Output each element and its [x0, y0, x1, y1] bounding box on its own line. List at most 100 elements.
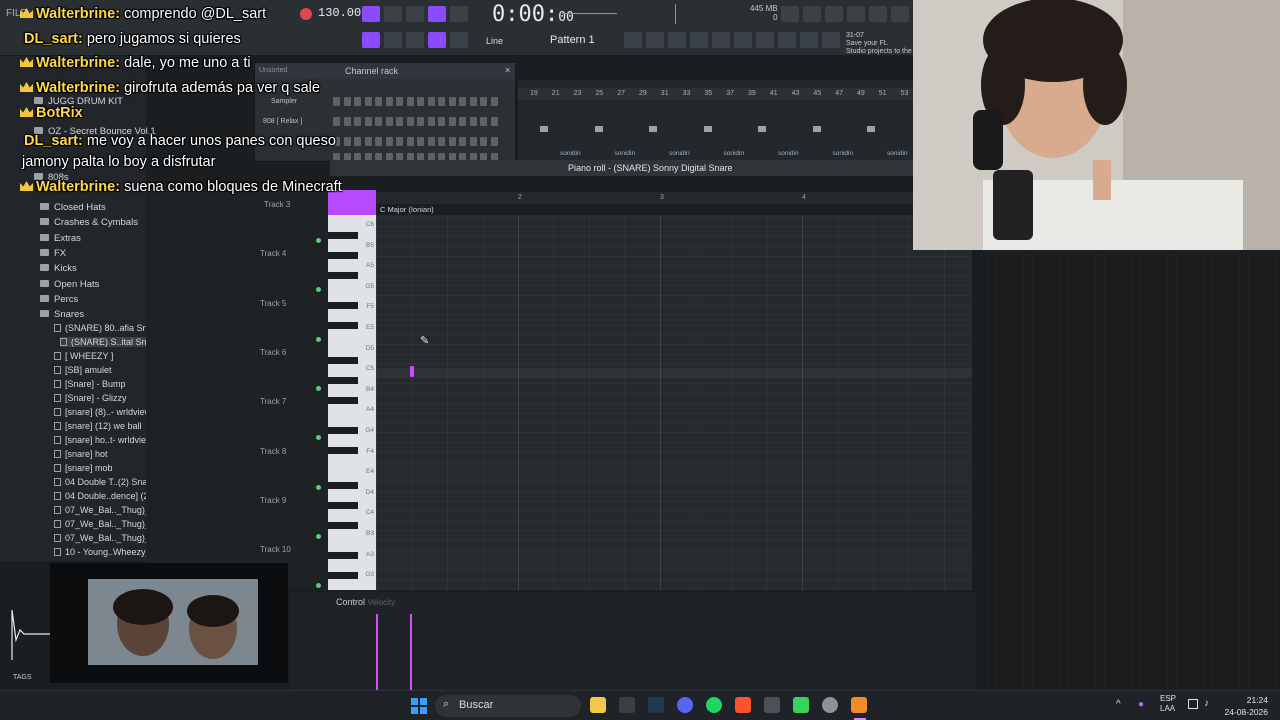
plugin-picker-icon[interactable]: [891, 6, 909, 22]
browser-file[interactable]: 10 - Young..Wheezy_2: [54, 547, 156, 557]
black-key[interactable]: [328, 552, 358, 559]
step-button[interactable]: [459, 97, 466, 106]
browser-file[interactable]: [snare] mob: [54, 463, 113, 473]
step-button[interactable]: [396, 117, 403, 126]
black-key[interactable]: [328, 357, 358, 364]
draw-tool-button[interactable]: [428, 32, 446, 48]
monitor-icon[interactable]: [1188, 699, 1198, 709]
browser-file[interactable]: [snare] ho..t- wrldview: [54, 435, 153, 445]
close-icon[interactable]: ×: [505, 66, 514, 75]
browser-icon[interactable]: [712, 32, 730, 48]
black-key[interactable]: [328, 302, 358, 309]
step-button[interactable]: [427, 117, 435, 126]
track-mute-led[interactable]: [316, 238, 321, 243]
step-button[interactable]: [459, 137, 466, 146]
snap-selector[interactable]: Line: [486, 36, 503, 46]
step-button[interactable]: [469, 137, 477, 146]
piano-roll-icon[interactable]: [646, 32, 664, 48]
clip-label[interactable]: sonidin: [724, 150, 745, 157]
clip-marker[interactable]: [594, 126, 603, 132]
step-button[interactable]: [396, 137, 403, 146]
browser-file[interactable]: 04 Double T..(2) Snare: [54, 477, 155, 487]
clip-label[interactable]: sonidin: [778, 150, 799, 157]
steam-icon[interactable]: [648, 697, 664, 713]
step-button[interactable]: [438, 137, 445, 146]
taskbar-search[interactable]: ⌕ Buscar: [435, 695, 581, 717]
browser-file[interactable]: [snare] (12) we ball: [54, 421, 142, 431]
track-mute-led[interactable]: [316, 484, 321, 490]
playlist-icon[interactable]: [624, 32, 642, 48]
track-header[interactable]: Track 6: [260, 348, 286, 357]
black-key[interactable]: [328, 572, 358, 579]
track-header[interactable]: Track 5: [260, 299, 286, 308]
brave-icon[interactable]: [735, 697, 751, 713]
step-button[interactable]: [396, 97, 403, 106]
clip-marker[interactable]: [540, 126, 548, 132]
step-button[interactable]: [427, 97, 435, 106]
arrow-icon[interactable]: [384, 32, 402, 48]
refresh-icon[interactable]: [781, 6, 799, 22]
browser-file[interactable]: 07_We_Bal.._Thug)_5: [54, 533, 155, 543]
black-key[interactable]: [328, 377, 358, 384]
game-icon[interactable]: [793, 697, 809, 713]
step-button[interactable]: [406, 137, 414, 146]
playlist-ruler[interactable]: 19 21 23 25 27 29 31 33 35 37 39 41 43 45 47 49 51 53: [518, 88, 913, 100]
black-key[interactable]: [328, 397, 358, 404]
browser-folder[interactable]: Open Hats: [40, 279, 99, 290]
step-button[interactable]: [448, 117, 456, 126]
step-button[interactable]: [490, 97, 498, 106]
black-key[interactable]: [328, 482, 358, 489]
velocity-control-lane[interactable]: Control Velocity: [290, 592, 976, 690]
browser-file[interactable]: [SB] amulet: [54, 365, 112, 375]
spotify-icon[interactable]: [706, 697, 722, 713]
velocity-bar[interactable]: [410, 614, 412, 690]
track-header[interactable]: Track 4: [260, 249, 286, 258]
step-button[interactable]: [480, 137, 487, 146]
step-button[interactable]: [438, 117, 445, 126]
piano-keyboard[interactable]: C6 B5 A5 G5 F5 E5 D5 C5 B4 A4 G4 F4 E4 D4 C4 B3 A3 G3: [328, 215, 376, 590]
black-key[interactable]: [328, 502, 358, 509]
note[interactable]: [410, 366, 414, 377]
windows-start-icon[interactable]: [411, 698, 427, 714]
browser-file[interactable]: [snare] hot: [54, 449, 108, 459]
brush-icon[interactable]: [406, 32, 424, 48]
step-button[interactable]: [385, 97, 393, 106]
track-header[interactable]: Track 8: [260, 447, 286, 456]
step-button[interactable]: [480, 117, 487, 126]
microphone-icon[interactable]: [825, 6, 843, 22]
step-button[interactable]: [385, 117, 393, 126]
step-button[interactable]: [427, 137, 435, 146]
pattern-selector[interactable]: Pattern 1: [550, 34, 595, 46]
step-button[interactable]: [438, 97, 445, 106]
clip-marker[interactable]: [649, 126, 657, 132]
step-button[interactable]: [490, 117, 498, 126]
clip-marker[interactable]: [758, 126, 766, 132]
black-key[interactable]: [328, 252, 358, 259]
app-icon[interactable]: [619, 697, 635, 713]
clip-marker[interactable]: [812, 126, 821, 132]
save-icon[interactable]: [869, 6, 887, 22]
tags-label[interactable]: TAGS: [13, 674, 32, 681]
fl-studio-icon[interactable]: [851, 697, 867, 713]
touch-icon[interactable]: [778, 32, 796, 48]
browser-file[interactable]: [Snare] - Glizzy: [54, 393, 127, 403]
step-button[interactable]: [459, 117, 466, 126]
velocity-bar[interactable]: [376, 614, 378, 690]
step-button[interactable]: [469, 117, 477, 126]
news-panel[interactable]: 31-07 Save your FL Studio projects to th…: [846, 32, 912, 56]
microphone-tray-icon[interactable]: ●: [1138, 699, 1144, 710]
mixer-icon[interactable]: [690, 32, 708, 48]
cut-icon[interactable]: [803, 6, 821, 22]
piano-roll-title[interactable]: Piano roll - (SNARE) Sonny Digital Snare: [568, 163, 733, 173]
master-pitch-slider[interactable]: [675, 4, 676, 24]
controller-icon[interactable]: [764, 697, 780, 713]
step-button[interactable]: [448, 137, 456, 146]
loop-record-icon[interactable]: [450, 6, 468, 22]
browser-file[interactable]: 07_We_Bal.._Thug)_2: [54, 519, 155, 529]
time-display[interactable]: 0:00:00: [492, 2, 574, 27]
black-key[interactable]: [328, 447, 358, 454]
clip-label[interactable]: sonidin: [560, 150, 581, 157]
black-key[interactable]: [328, 322, 358, 329]
clip-label[interactable]: sonidin: [615, 150, 636, 157]
browser-file[interactable]: 04 Double..dence] (2): [54, 491, 152, 501]
